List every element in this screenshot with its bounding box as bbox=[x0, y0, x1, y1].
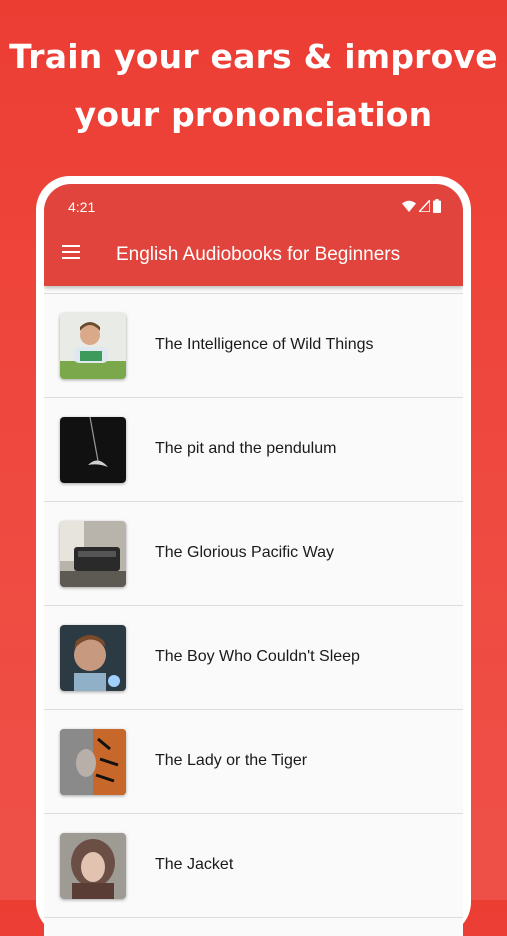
book-title: The Boy Who Couldn't Sleep bbox=[155, 648, 360, 665]
list-item[interactable]: The Lady or the Tiger bbox=[44, 710, 463, 814]
book-cover-image bbox=[60, 833, 126, 899]
list-item[interactable]: The Glorious Pacific Way bbox=[44, 502, 463, 606]
promo-headline: Train your ears & improve your prononcia… bbox=[0, 28, 507, 144]
phone-screen: 4:21 English Audiobooks for Beginners Th… bbox=[44, 184, 463, 936]
promo-headline-line-1: Train your ears & improve bbox=[9, 37, 498, 76]
list-item[interactable]: The Boy Who Couldn't Sleep bbox=[44, 606, 463, 710]
book-title: The Jacket bbox=[155, 856, 234, 873]
book-cover-image bbox=[60, 417, 126, 483]
list-item[interactable]: The Jacket bbox=[44, 814, 463, 918]
app-bar: 4:21 English Audiobooks for Beginners bbox=[44, 184, 463, 286]
status-icons bbox=[402, 199, 441, 213]
menu-icon[interactable] bbox=[62, 245, 82, 261]
book-cover-image bbox=[60, 729, 126, 795]
list-item[interactable]: The Intelligence of Wild Things bbox=[44, 294, 463, 398]
book-cover-image bbox=[60, 521, 126, 587]
audiobook-list: The Intelligence of Wild Things The pit … bbox=[44, 293, 463, 918]
signal-icon bbox=[419, 200, 430, 212]
list-item[interactable]: The pit and the pendulum bbox=[44, 398, 463, 502]
book-cover-image bbox=[60, 625, 126, 691]
battery-icon bbox=[433, 199, 441, 213]
promo-headline-line-2: your prononciation bbox=[74, 95, 433, 134]
book-title: The Intelligence of Wild Things bbox=[155, 336, 374, 353]
book-cover-image bbox=[60, 313, 126, 379]
book-title: The Glorious Pacific Way bbox=[155, 544, 335, 561]
book-title: The Lady or the Tiger bbox=[155, 752, 308, 769]
app-title: English Audiobooks for Beginners bbox=[116, 244, 401, 265]
book-title: The pit and the pendulum bbox=[155, 440, 337, 457]
status-time: 4:21 bbox=[68, 199, 96, 215]
phone-frame: 4:21 English Audiobooks for Beginners Th… bbox=[36, 176, 471, 936]
wifi-icon bbox=[402, 200, 416, 212]
